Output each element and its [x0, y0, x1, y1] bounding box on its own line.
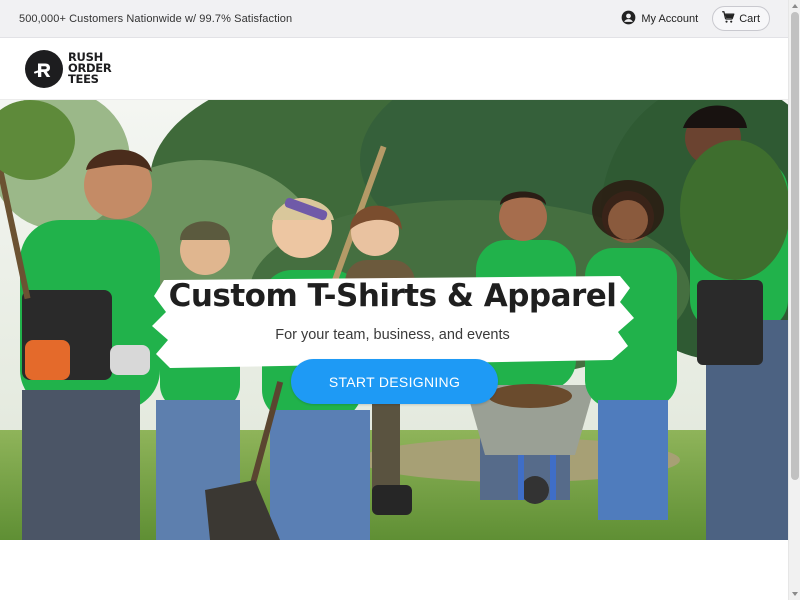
cart-button[interactable]: Cart — [712, 6, 770, 31]
my-account-label: My Account — [641, 12, 699, 25]
my-account-link[interactable]: My Account — [621, 10, 698, 28]
cart-label: Cart — [739, 12, 760, 25]
scroll-up-arrow-icon[interactable] — [791, 2, 799, 10]
scroll-down-arrow-icon[interactable] — [791, 590, 799, 598]
hero-title: Custom T-Shirts & Apparel — [168, 278, 617, 314]
logo-line-3: TEES — [68, 72, 99, 86]
hero-subtitle: For your team, business, and events — [275, 327, 510, 343]
site-logo[interactable]: RUSH ORDER TEES — [25, 49, 112, 88]
promo-text: 500,000+ Customers Nationwide w/ 99.7% S… — [19, 12, 293, 25]
scrollbar-thumb[interactable] — [791, 12, 799, 480]
start-designing-button[interactable]: START DESIGNING — [291, 359, 498, 404]
site-header: RUSH ORDER TEES — [0, 38, 788, 100]
cart-icon — [721, 10, 735, 27]
rush-order-tees-logo-icon — [25, 49, 63, 88]
promo-bar: 500,000+ Customers Nationwide w/ 99.7% S… — [0, 0, 788, 38]
user-circle-icon — [621, 10, 636, 28]
page-scrollbar[interactable] — [788, 0, 800, 600]
top-actions: My Account Cart — [621, 6, 770, 31]
logo-wordmark: RUSH ORDER TEES — [68, 51, 112, 86]
hero-banner: Custom T-Shirts & Apparel For your team,… — [0, 100, 788, 540]
